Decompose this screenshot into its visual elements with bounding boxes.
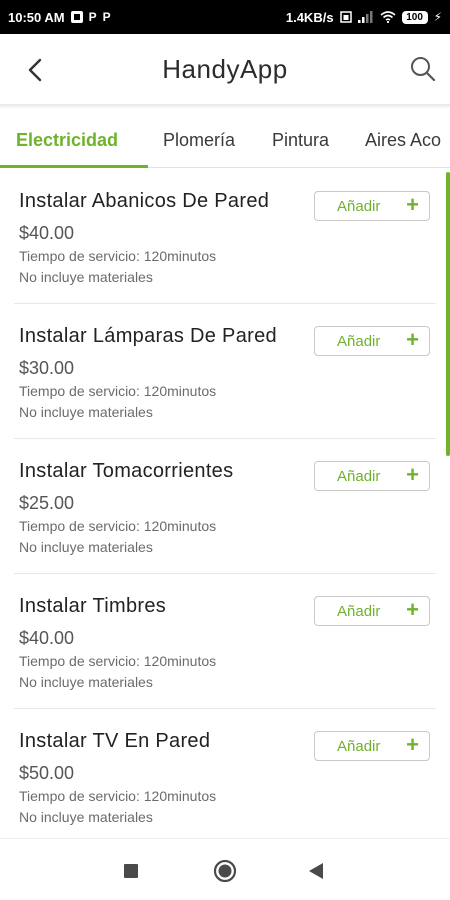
list-item: Instalar Timbres $40.00 Tiempo de servic… [14, 575, 436, 709]
status-bar: 10:50 AM P P 1.4KB/s 100 ⚡ [0, 0, 450, 34]
scrollbar[interactable] [446, 172, 450, 456]
service-time: Tiempo de servicio: 120minutos [19, 653, 217, 669]
add-button-label: Añadir [337, 603, 381, 620]
service-price: $25.00 [19, 493, 75, 513]
service-title: Instalar Abanicos De Pared [19, 190, 270, 212]
service-price: $40.00 [19, 628, 75, 648]
plus-icon: + [406, 327, 419, 352]
network-speed: 1.4KB/s [285, 9, 334, 25]
service-list[interactable]: Instalar Abanicos De Pared $40.00 Tiempo… [0, 170, 450, 838]
tab-electricidad[interactable]: Electricidad [16, 110, 118, 167]
add-button[interactable]: Añadir + [314, 731, 430, 761]
tab-pintura[interactable]: Pintura [272, 110, 329, 167]
signal-icon [357, 11, 373, 23]
service-materials: No incluye materiales [19, 539, 153, 555]
sim-icon [339, 11, 352, 23]
service-price: $30.00 [19, 358, 75, 378]
notification-p-icon: P [102, 10, 111, 24]
list-item: Instalar TV En Pared $50.00 Tiempo de se… [14, 710, 436, 838]
app-bar: HandyApp [0, 34, 450, 104]
notification-p-icon: P [88, 10, 97, 24]
service-title: Instalar Tomacorrientes [19, 460, 234, 482]
add-button[interactable]: Añadir + [314, 596, 430, 626]
service-materials: No incluye materiales [19, 674, 153, 690]
charging-icon: ⚡ [433, 10, 442, 24]
service-time: Tiempo de servicio: 120minutos [19, 788, 217, 804]
plus-icon: + [406, 462, 419, 487]
plus-icon: + [406, 192, 419, 217]
notification-icon [70, 11, 83, 23]
add-button-label: Añadir [337, 738, 381, 755]
status-time: 10:50 AM [8, 9, 65, 25]
service-materials: No incluye materiales [19, 404, 153, 420]
back-icon[interactable] [309, 863, 323, 879]
search-icon[interactable] [408, 54, 438, 84]
status-bar-left: 10:50 AM P P [8, 10, 111, 25]
add-button[interactable]: Añadir + [314, 191, 430, 221]
app-bar-divider [0, 104, 450, 109]
recent-apps-icon[interactable] [124, 864, 138, 878]
add-button[interactable]: Añadir + [314, 461, 430, 491]
add-button[interactable]: Añadir + [314, 326, 430, 356]
tab-plomeria[interactable]: Plomería [163, 110, 235, 167]
plus-icon: + [406, 732, 419, 757]
service-price: $40.00 [19, 223, 75, 243]
tab-aires-acondicionados[interactable]: Aires Aco [365, 110, 441, 167]
service-time: Tiempo de servicio: 120minutos [19, 518, 217, 534]
service-materials: No incluye materiales [19, 809, 153, 825]
home-icon[interactable] [213, 859, 237, 883]
add-button-label: Añadir [337, 333, 381, 350]
add-button-label: Añadir [337, 468, 381, 485]
list-item: Instalar Abanicos De Pared $40.00 Tiempo… [14, 170, 436, 304]
active-tab-indicator [0, 165, 148, 168]
service-materials: No incluye materiales [19, 269, 153, 285]
battery-icon: 100 [401, 10, 428, 24]
category-tabs: Electricidad Plomería Pintura Aires Aco [0, 110, 450, 168]
list-item: Instalar Tomacorrientes $25.00 Tiempo de… [14, 440, 436, 574]
page-title: HandyApp [162, 53, 288, 84]
list-item: Instalar Lámparas De Pared $30.00 Tiempo… [14, 305, 436, 439]
wifi-icon [380, 11, 396, 23]
service-title: Instalar Lámparas De Pared [19, 325, 277, 347]
service-title: Instalar Timbres [19, 595, 167, 617]
plus-icon: + [406, 597, 419, 622]
service-time: Tiempo de servicio: 120minutos [19, 248, 217, 264]
back-arrow-icon[interactable] [22, 56, 50, 84]
status-bar-right: 1.4KB/s 100 ⚡ [286, 10, 442, 25]
service-price: $50.00 [19, 763, 75, 783]
service-time: Tiempo de servicio: 120minutos [19, 383, 217, 399]
system-nav-bar [0, 838, 450, 900]
add-button-label: Añadir [337, 198, 381, 215]
service-title: Instalar TV En Pared [19, 730, 211, 752]
